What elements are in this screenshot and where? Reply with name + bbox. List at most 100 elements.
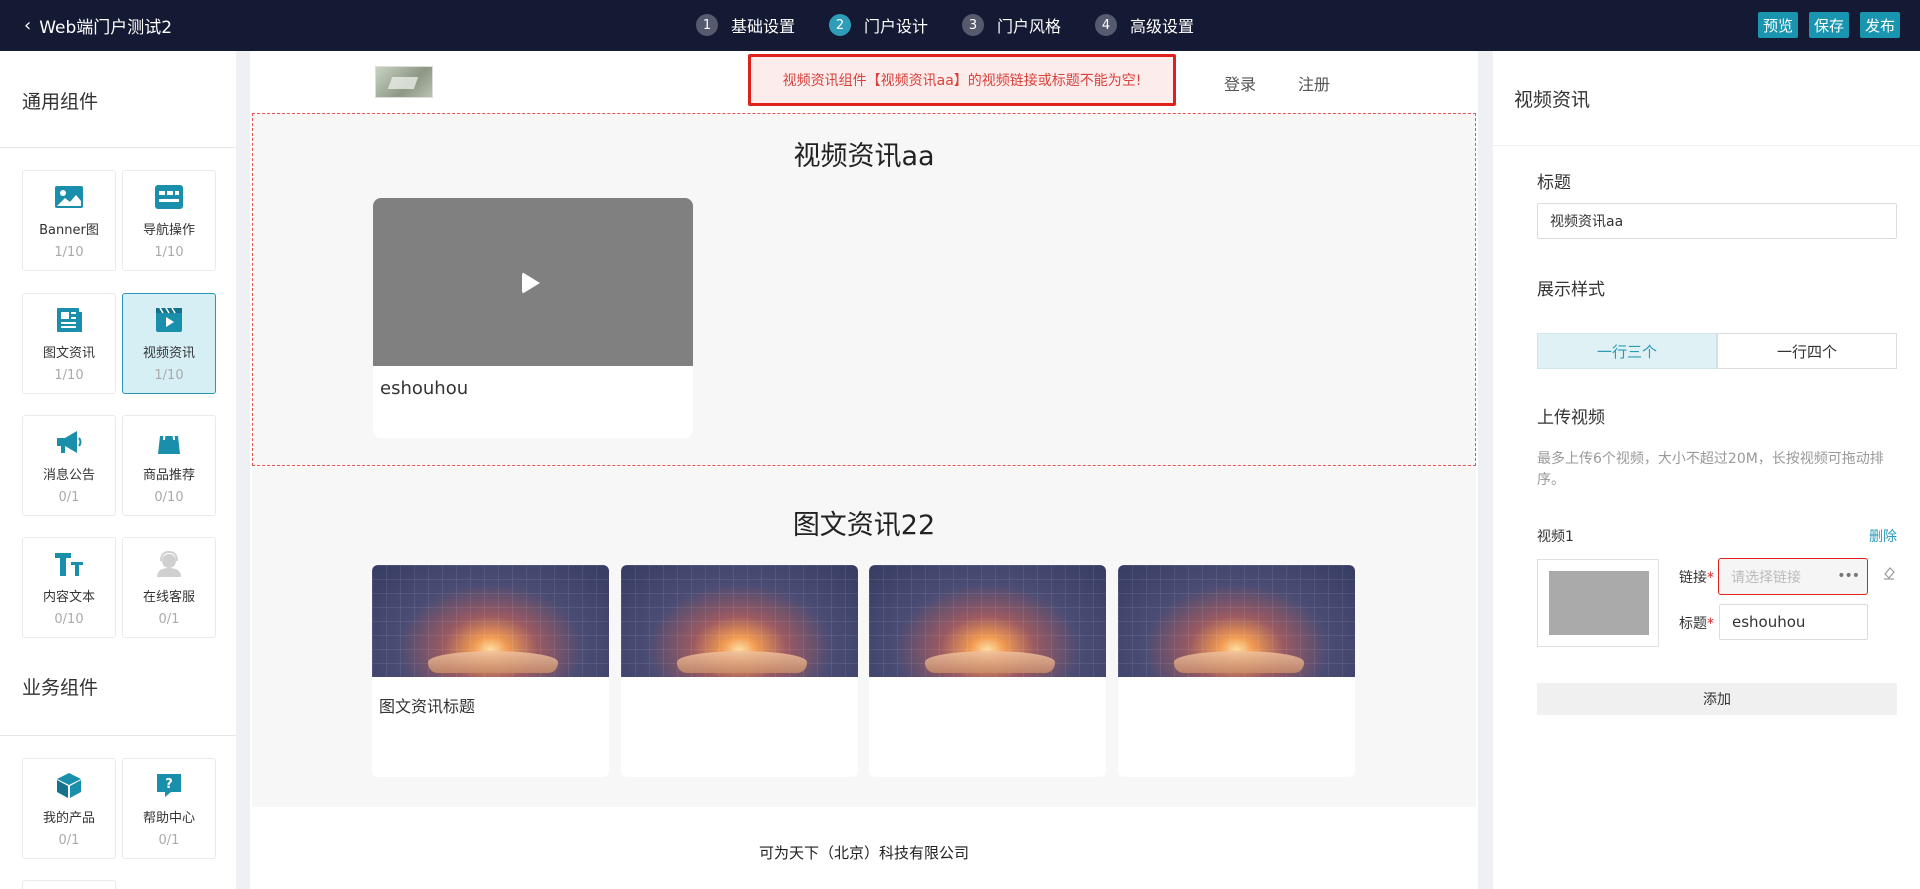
- component-content-text[interactable]: 内容文本 0/10: [22, 537, 116, 638]
- section-title: 视频资讯aa: [793, 141, 935, 172]
- component-count: 1/10: [54, 245, 84, 260]
- option-three-per-row[interactable]: 一行三个: [1537, 333, 1717, 369]
- upload-video-label: 上传视频: [1537, 408, 1605, 428]
- step-number: 2: [829, 14, 852, 36]
- component-banner[interactable]: Banner图 1/10: [22, 170, 116, 271]
- component-online-service[interactable]: 在线客服 0/1: [122, 537, 216, 638]
- link-placeholder: 请选择链接: [1731, 569, 1801, 586]
- step-portal-design[interactable]: 2 门户设计: [829, 13, 928, 37]
- publish-button[interactable]: 发布: [1859, 12, 1900, 38]
- display-style-label: 展示样式: [1537, 280, 1605, 300]
- step-label: 门户风格: [997, 17, 1062, 36]
- properties-panel: 视频资讯 标题 视频资讯aa 展示样式 一行三个 一行四个 上传视频 最多上传6…: [1493, 51, 1920, 889]
- panel-title: 视频资讯: [1514, 89, 1591, 111]
- step-label: 门户设计: [864, 17, 929, 36]
- option-four-per-row[interactable]: 一行四个: [1717, 333, 1897, 369]
- general-components-title: 通用组件: [22, 91, 99, 113]
- design-canvas: 视频资讯组件【视频资讯aa】的视频链接或标题不能为空! 登录 注册 视频资讯aa…: [250, 51, 1478, 889]
- step-navigation: 1 基础设置 2 门户设计 3 门户风格 4 高级设置: [696, 13, 1194, 37]
- component-label: 消息公告: [42, 468, 95, 483]
- save-button[interactable]: 保存: [1808, 12, 1849, 38]
- step-label: 高级设置: [1130, 17, 1195, 36]
- video-section[interactable]: 视频资讯aa eshouhou: [252, 113, 1476, 466]
- login-link[interactable]: 登录: [1224, 71, 1256, 95]
- link-select[interactable]: 请选择链接 •••: [1718, 558, 1868, 595]
- news-card[interactable]: [621, 565, 858, 777]
- component-video[interactable]: 视频资讯 1/10: [122, 293, 216, 394]
- component-announcement[interactable]: 消息公告 0/1: [22, 415, 116, 516]
- svg-text:?: ?: [165, 777, 173, 792]
- section-title: 图文资讯22: [792, 510, 936, 541]
- component-help-center[interactable]: ? 帮助中心 0/1: [122, 758, 216, 859]
- news-title: 图文资讯标题: [379, 697, 476, 716]
- component-article[interactable]: 图文资讯 1/10: [22, 293, 116, 394]
- component-label: 帮助中心: [142, 811, 195, 826]
- video-upload-thumbnail[interactable]: [1537, 559, 1659, 647]
- site-logo: [375, 66, 433, 98]
- component-count: 0/1: [158, 833, 180, 848]
- component-label: Banner图: [39, 223, 99, 238]
- component-label: 我的产品: [42, 811, 95, 826]
- shopping-bag-icon: [158, 430, 180, 454]
- image-icon: [55, 186, 83, 208]
- component-label: 商品推荐: [142, 468, 195, 483]
- component-label: 图文资讯: [42, 346, 95, 361]
- component-product-recommend[interactable]: 商品推荐 0/10: [122, 415, 216, 516]
- step-basic-settings[interactable]: 1 基础设置: [696, 13, 795, 37]
- news-card[interactable]: [869, 565, 1106, 777]
- divider: [0, 147, 236, 148]
- news-card[interactable]: 图文资讯标题: [372, 565, 609, 777]
- top-actions: 预览 保存 发布: [1757, 12, 1900, 38]
- component-partial[interactable]: [22, 880, 116, 889]
- register-link[interactable]: 注册: [1298, 71, 1330, 95]
- label-text: 标题: [1679, 616, 1707, 632]
- top-bar: ‹ Web端门户测试2 1 基础设置 2 门户设计 3 门户风格 4 高级设置 预览 保…: [0, 0, 1920, 51]
- news-card[interactable]: [1118, 565, 1355, 777]
- label-text: 链接: [1679, 570, 1707, 586]
- step-advanced-settings[interactable]: 4 高级设置: [1095, 13, 1194, 37]
- play-icon: [522, 272, 540, 294]
- component-count: 0/1: [58, 490, 80, 505]
- component-navigation[interactable]: 导航操作 1/10: [122, 170, 216, 271]
- link-field-label: 链接*: [1679, 567, 1714, 587]
- divider: [0, 735, 236, 736]
- required-mark: *: [1707, 616, 1714, 632]
- video-card[interactable]: eshouhou: [373, 198, 693, 438]
- video-title-input[interactable]: eshouhou: [1719, 604, 1868, 640]
- step-number: 4: [1095, 14, 1118, 36]
- component-count: 0/1: [158, 612, 180, 627]
- component-count: 0/1: [58, 833, 80, 848]
- upload-hint: 最多上传6个视频，大小不超过20M，长按视频可拖动排序。: [1537, 451, 1884, 488]
- step-number: 1: [696, 14, 718, 36]
- delete-link[interactable]: 删除: [1869, 526, 1897, 546]
- preview-button[interactable]: 预览: [1757, 12, 1798, 38]
- back-button[interactable]: ‹ Web端门户测试2: [24, 13, 172, 38]
- news-section[interactable]: 图文资讯22 图文资讯标题: [252, 467, 1476, 807]
- cube-icon: [57, 773, 81, 798]
- component-count: 0/10: [154, 490, 184, 505]
- display-style-toggle: 一行三个 一行四个: [1537, 333, 1897, 369]
- add-button[interactable]: 添加: [1537, 683, 1897, 715]
- step-label: 基础设置: [731, 17, 796, 36]
- more-icon: •••: [1837, 568, 1860, 584]
- title-label: 标题: [1537, 173, 1571, 193]
- component-my-products[interactable]: 我的产品 0/1: [22, 758, 116, 859]
- component-label: 在线客服: [142, 590, 195, 605]
- component-label: 视频资讯: [142, 346, 195, 361]
- news-image: [621, 565, 858, 677]
- eraser-icon[interactable]: [1882, 565, 1896, 581]
- title-input[interactable]: 视频资讯aa: [1537, 203, 1897, 239]
- component-count: 0/10: [54, 612, 84, 627]
- divider: [1493, 145, 1920, 146]
- required-mark: *: [1707, 570, 1714, 586]
- news-image: [372, 565, 609, 677]
- component-count: 1/10: [54, 368, 84, 383]
- component-count: 1/10: [154, 245, 184, 260]
- video-thumbnail: [373, 198, 693, 366]
- news-title: [621, 677, 858, 693]
- step-portal-style[interactable]: 3 门户风格: [962, 13, 1061, 37]
- video-icon: [156, 307, 182, 332]
- customer-service-icon: [157, 550, 181, 577]
- video-title-field-label: 标题*: [1679, 613, 1714, 633]
- component-label: 导航操作: [142, 223, 195, 238]
